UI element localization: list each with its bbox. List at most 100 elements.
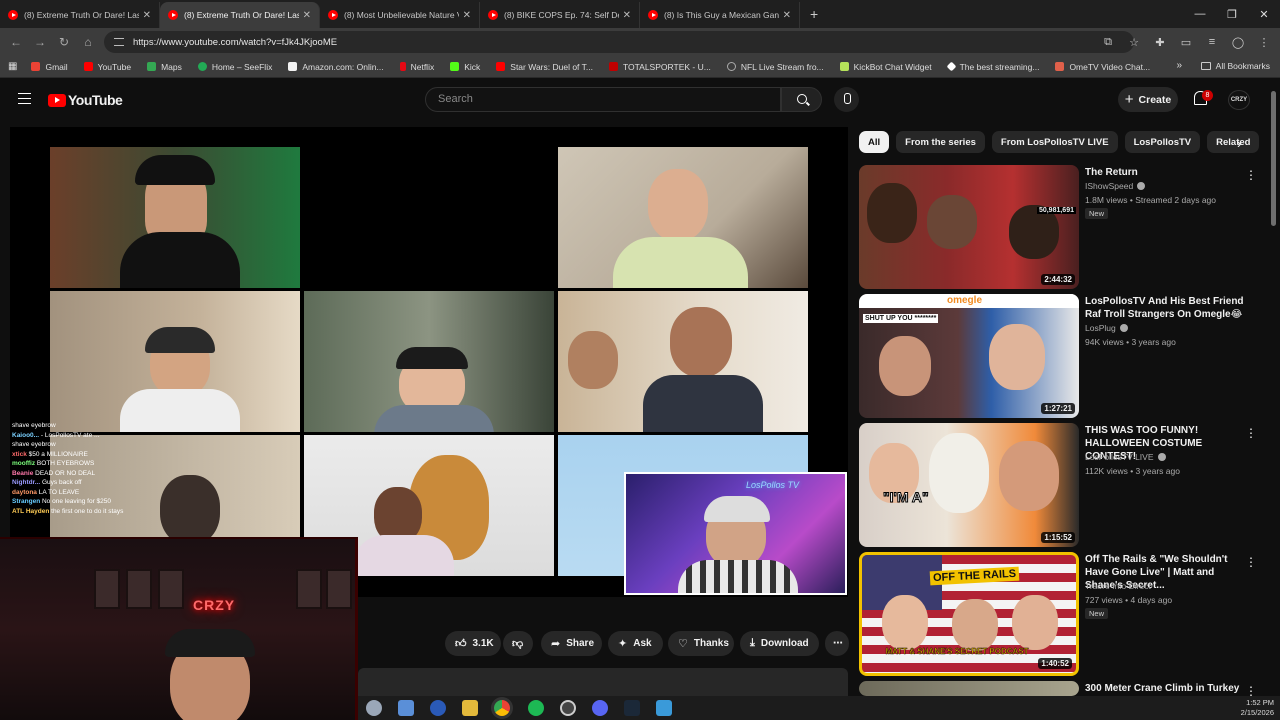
channel-name[interactable]: Traoré Info Direct <box>1085 581 1151 591</box>
spotify-icon[interactable] <box>528 700 544 716</box>
close-tab-icon[interactable]: ✕ <box>303 10 311 21</box>
chevron-right-icon[interactable]: › <box>1237 136 1241 151</box>
video-thumbnail[interactable]: OFF THE RAILS MATT & SHANE'S SECRET PODC… <box>859 552 1079 676</box>
channel-name[interactable]: IShowSpeed <box>1085 181 1146 191</box>
avatar[interactable]: CRZY <box>1228 90 1250 110</box>
app-icon[interactable] <box>560 700 576 716</box>
site-info-icon[interactable] <box>114 38 124 46</box>
steam-icon[interactable] <box>624 700 640 716</box>
close-tab-icon[interactable]: ✕ <box>463 10 471 21</box>
recommendation-item[interactable]: omegle SHUT UP YOU ******** 1:27:21 LosP… <box>859 294 1264 418</box>
chat-line: shave eyebrow <box>12 422 56 429</box>
video-thumbnail[interactable]: "I'M A" 1:15:52 <box>859 423 1079 547</box>
address-bar[interactable]: https://www.youtube.com/watch?v=fJk4JKjo… <box>104 31 1134 53</box>
bookmark-seeflix[interactable]: Home – SeeFlix <box>197 62 272 72</box>
back-icon[interactable]: ← <box>4 30 28 54</box>
bookmark-netflix[interactable]: Netflix <box>399 62 434 72</box>
recommendation-item[interactable]: 50,981,691 2:44:32 The Return IShowSpeed… <box>859 165 1264 289</box>
browser-tab[interactable]: (8) Is This Guy a Mexican Gang ✕ <box>640 2 800 28</box>
video-title[interactable]: LosPollosTV And His Best Friend Raf Trol… <box>1085 295 1250 321</box>
description-box[interactable] <box>358 668 848 696</box>
reload-icon[interactable]: ↻ <box>52 30 76 54</box>
restore-icon[interactable]: ❐ <box>1216 0 1248 28</box>
thanks-button[interactable]: ♡ Thanks <box>668 631 734 656</box>
menu-kebab-icon[interactable]: ⋮ <box>1254 32 1274 52</box>
channel-name[interactable]: LosPollosTV LIVE <box>1085 452 1166 462</box>
more-options-icon[interactable]: ⋮ <box>1245 684 1257 696</box>
forward-icon[interactable]: → <box>28 30 52 54</box>
bookmark-amazon[interactable]: Amazon.com: Onlin... <box>288 62 384 72</box>
more-options-icon[interactable]: ⋮ <box>1245 168 1257 182</box>
ask-button[interactable]: ✦ Ask <box>608 631 663 656</box>
explorer-icon[interactable] <box>462 700 478 716</box>
bookmark-youtube[interactable]: YouTube <box>83 62 131 72</box>
new-badge: New <box>1085 608 1109 619</box>
bookmark-totalsportek[interactable]: TOTALSPORTEK - U... <box>608 62 711 72</box>
video-thumbnail[interactable]: omegle SHUT UP YOU ******** 1:27:21 <box>859 294 1079 418</box>
more-actions-button[interactable]: ⋯ <box>825 631 849 656</box>
more-options-icon[interactable]: ⋮ <box>1245 426 1257 440</box>
recommendation-item[interactable]: OFF THE RAILS MATT & SHANE'S SECRET PODC… <box>859 552 1264 676</box>
close-window-icon[interactable]: ✕ <box>1248 0 1280 28</box>
chip-from-lospollostv-live[interactable]: From LosPollosTV LIVE <box>991 131 1118 153</box>
video-title[interactable]: 300 Meter Crane Climb in Turkey <box>1085 682 1250 695</box>
chip-related[interactable]: Related <box>1207 131 1260 153</box>
channel-name[interactable]: LosPlug <box>1085 323 1128 333</box>
new-tab-button[interactable]: + <box>800 2 828 28</box>
close-tab-icon[interactable]: ✕ <box>783 10 791 21</box>
share-button[interactable]: ➦ Share <box>541 631 602 656</box>
download-button[interactable]: ⤓ Download <box>740 631 819 656</box>
bookmark-maps[interactable]: Maps <box>147 62 182 72</box>
minimize-icon[interactable]: — <box>1184 0 1216 28</box>
bookmark-kickbot[interactable]: KickBot Chat Widget <box>839 62 932 72</box>
search-button[interactable] <box>781 87 822 112</box>
menu-hamburger-icon[interactable] <box>18 93 31 104</box>
bookmark-nfl-stream[interactable]: NFL Live Stream fro... <box>726 62 824 72</box>
create-button[interactable]: + Create <box>1118 87 1178 112</box>
discord-icon[interactable] <box>592 700 608 716</box>
browser-tab-active[interactable]: (8) Extreme Truth Or Dare! Last ✕ <box>160 2 320 28</box>
voice-search-mic-icon[interactable] <box>834 87 859 112</box>
more-bookmarks-icon[interactable]: » <box>1176 60 1182 71</box>
extensions-icon[interactable]: ✚ <box>1150 32 1170 52</box>
bookmark-star-wars[interactable]: Star Wars: Duel of T... <box>496 62 593 72</box>
files-app-icon[interactable] <box>398 700 414 716</box>
youtube-logo[interactable]: YouTube <box>48 92 123 108</box>
video-title[interactable]: The Return <box>1085 166 1250 179</box>
install-app-icon[interactable]: ⧉ <box>1098 32 1118 52</box>
like-button[interactable]: 👍︎ 3.1K <box>445 631 501 656</box>
paint-icon[interactable] <box>656 700 672 716</box>
chip-lospollostv[interactable]: LosPollosTV <box>1124 131 1201 153</box>
media-controls-icon[interactable]: ≡ <box>1202 32 1222 52</box>
video-thumbnail[interactable]: 50,981,691 2:44:32 <box>859 165 1079 289</box>
apps-grid-icon[interactable]: ▦ <box>8 61 17 72</box>
bookmark-streaming[interactable]: The best streaming... <box>946 62 1039 72</box>
close-tab-icon[interactable]: ✕ <box>143 10 151 21</box>
chip-from-series[interactable]: From the series <box>896 131 985 153</box>
chrome-icon[interactable] <box>494 700 510 716</box>
browser-tab[interactable]: (8) BIKE COPS Ep. 74: Self Defe ✕ <box>480 2 640 28</box>
system-tray-clock[interactable]: 1:52 PM 2/15/2026 <box>1241 698 1274 718</box>
bookmark-gmail[interactable]: Gmail <box>31 62 68 72</box>
recommendation-item[interactable]: 300 Meter Crane Climb in Turkey ⋮ <box>859 681 1264 696</box>
search-input[interactable]: Search <box>425 87 781 112</box>
browser-tab[interactable]: (8) Most Unbelievable Nature V ✕ <box>320 2 480 28</box>
dislike-button[interactable]: 👎︎ <box>503 631 533 656</box>
search-app-icon[interactable] <box>366 700 382 716</box>
home-icon[interactable]: ⌂ <box>76 30 100 54</box>
recommendation-item[interactable]: "I'M A" 1:15:52 THIS WAS TOO FUNNY! HALL… <box>859 423 1264 547</box>
bookmark-star-icon[interactable]: ☆ <box>1124 32 1144 52</box>
page-scrollbar[interactable] <box>1271 91 1276 226</box>
more-options-icon[interactable]: ⋮ <box>1245 555 1257 569</box>
wall-frame <box>126 569 152 609</box>
video-thumbnail[interactable] <box>859 681 1079 696</box>
bookmark-kick[interactable]: Kick <box>450 62 480 72</box>
close-tab-icon[interactable]: ✕ <box>623 10 631 21</box>
side-panel-icon[interactable]: ▭ <box>1176 32 1196 52</box>
all-bookmarks-button[interactable]: All Bookmarks <box>1200 61 1270 71</box>
profile-icon[interactable]: ◯ <box>1228 32 1248 52</box>
obs-app-icon[interactable] <box>430 700 446 716</box>
chip-all[interactable]: All <box>859 131 890 153</box>
browser-tab[interactable]: (8) Extreme Truth Or Dare! Last ✕ <box>0 2 160 28</box>
bookmark-ometv[interactable]: OmeTV Video Chat... <box>1055 62 1150 72</box>
